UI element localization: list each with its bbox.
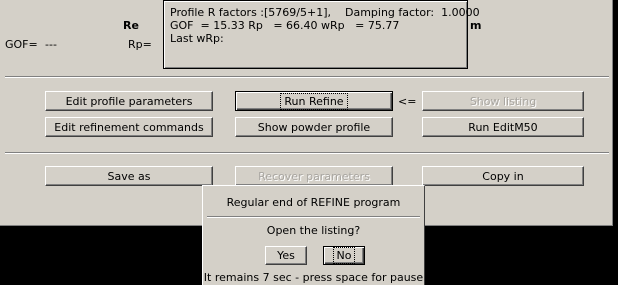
show-powder-profile-button[interactable]: Show powder profile (235, 117, 393, 137)
tooltip-line-3: Last wRp: (170, 32, 224, 45)
separator-top (5, 76, 609, 78)
arrow-label: <= (398, 95, 417, 108)
save-as-button[interactable]: Save as (45, 166, 213, 186)
recover-parameters-button[interactable]: Recover parameters (235, 166, 393, 186)
edit-refinement-commands-button[interactable]: Edit refinement commands (45, 117, 213, 137)
run-refine-button[interactable]: Run Refine (235, 91, 393, 111)
separator-bottom (5, 152, 609, 154)
yes-button[interactable]: Yes (265, 246, 307, 265)
rp-label: Rp= (128, 38, 152, 51)
refine-end-dialog: Regular end of REFINE program Open the l… (202, 185, 425, 285)
gof-label: GOF= (5, 38, 38, 51)
dialog-countdown: It remains 7 sec - press space for pause (203, 271, 424, 284)
gof-value: --- (45, 38, 57, 51)
show-listing-button[interactable]: Show listing (422, 91, 584, 111)
tooltip-line-1: Profile R factors :[5769/5+1], Damping f… (170, 6, 480, 19)
run-editm50-button[interactable]: Run EditM50 (422, 117, 584, 137)
window-title-left: Re (123, 19, 139, 32)
tooltip-line-2: GOF = 15.33 Rp = 66.40 wRp = 75.77 (170, 19, 400, 32)
profile-r-factors-tooltip: Profile R factors :[5769/5+1], Damping f… (163, 0, 480, 69)
dialog-message: Regular end of REFINE program (226, 196, 401, 209)
edit-profile-parameters-button[interactable]: Edit profile parameters (45, 91, 213, 111)
dialog-question: Open the listing? (266, 224, 361, 237)
copy-in-button[interactable]: Copy in (422, 166, 584, 186)
window-title-right: m (470, 19, 482, 32)
no-button[interactable]: No (323, 246, 365, 265)
dialog-separator (207, 216, 420, 218)
